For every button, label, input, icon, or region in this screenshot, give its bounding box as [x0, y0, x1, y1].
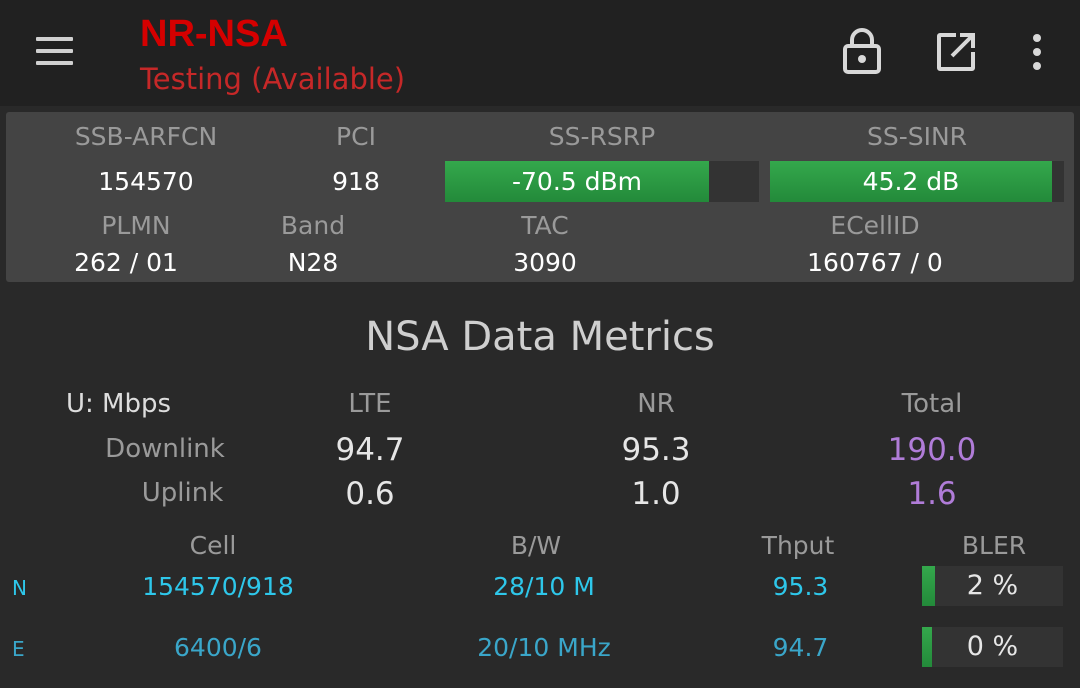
unit-label: U: Mbps [66, 389, 172, 419]
col-nr-header: NR [637, 389, 675, 419]
thput-header: Thput [761, 531, 835, 560]
row-n-thput: 95.3 [772, 572, 829, 601]
downlink-label: Downlink [105, 434, 225, 464]
col-lte-header: LTE [348, 389, 392, 419]
ecellid-value: 160767 / 0 [807, 248, 943, 277]
ss-sinr-bar: 45.2 dB [770, 161, 1064, 202]
open-external-icon[interactable] [936, 32, 976, 72]
bw-header: B/W [510, 531, 562, 560]
row-n-cell: 154570/918 [142, 572, 294, 601]
row-tag-n: N [12, 576, 27, 600]
pci-value: 918 [332, 167, 380, 196]
tac-value: 3090 [513, 248, 577, 277]
row-n-bler: 2 % [966, 570, 1019, 601]
ss-sinr-label: SS-SINR [866, 122, 968, 151]
app-title: NR-NSA [140, 13, 288, 55]
row-e-thput: 94.7 [772, 633, 829, 662]
cell-info-panel: SSB-ARFCN 154570 PCI 918 SS-RSRP -70.5 d… [6, 112, 1074, 282]
row-e-cell: 6400/6 [174, 633, 262, 662]
col-total-header: Total [901, 389, 963, 419]
cell-header: Cell [189, 531, 237, 560]
tac-label: TAC [521, 211, 569, 240]
downlink-total: 190.0 [887, 432, 977, 468]
pci-label: PCI [336, 122, 376, 151]
band-label: Band [280, 211, 346, 240]
ss-rsrp-label: SS-RSRP [548, 122, 656, 151]
downlink-nr: 95.3 [621, 432, 691, 468]
row-e-bw: 20/10 MHz [477, 633, 611, 662]
ss-rsrp-value: -70.5 dBm [511, 167, 642, 196]
uplink-nr: 1.0 [631, 476, 681, 512]
plmn-value: 262 / 01 [74, 248, 178, 277]
app-bar: NR-NSA Testing (Available) [0, 0, 1080, 106]
ss-sinr-value: 45.2 dB [862, 167, 960, 196]
menu-icon[interactable] [36, 37, 73, 65]
lock-icon[interactable] [842, 28, 882, 74]
ssb-arfcn-value: 154570 [98, 167, 194, 196]
row-n-bler-bar: 2 % [922, 566, 1063, 606]
app-subtitle: Testing (Available) [140, 62, 406, 96]
row-e-bler: 0 % [966, 631, 1019, 662]
row-tag-e: E [12, 637, 25, 661]
band-value: N28 [287, 248, 339, 277]
uplink-label: Uplink [141, 478, 224, 508]
ss-rsrp-bar: -70.5 dBm [445, 161, 759, 202]
row-e-bler-bar: 0 % [922, 627, 1063, 667]
ecellid-label: ECellID [830, 211, 920, 240]
row-n-bw: 28/10 M [493, 572, 595, 601]
bler-header: BLER [961, 531, 1027, 560]
section-title: NSA Data Metrics [365, 314, 715, 360]
plmn-label: PLMN [101, 211, 171, 240]
uplink-total: 1.6 [907, 476, 957, 512]
more-vert-icon[interactable] [1030, 34, 1044, 70]
downlink-lte: 94.7 [335, 432, 405, 468]
uplink-lte: 0.6 [345, 476, 395, 512]
ssb-arfcn-label: SSB-ARFCN [74, 122, 218, 151]
